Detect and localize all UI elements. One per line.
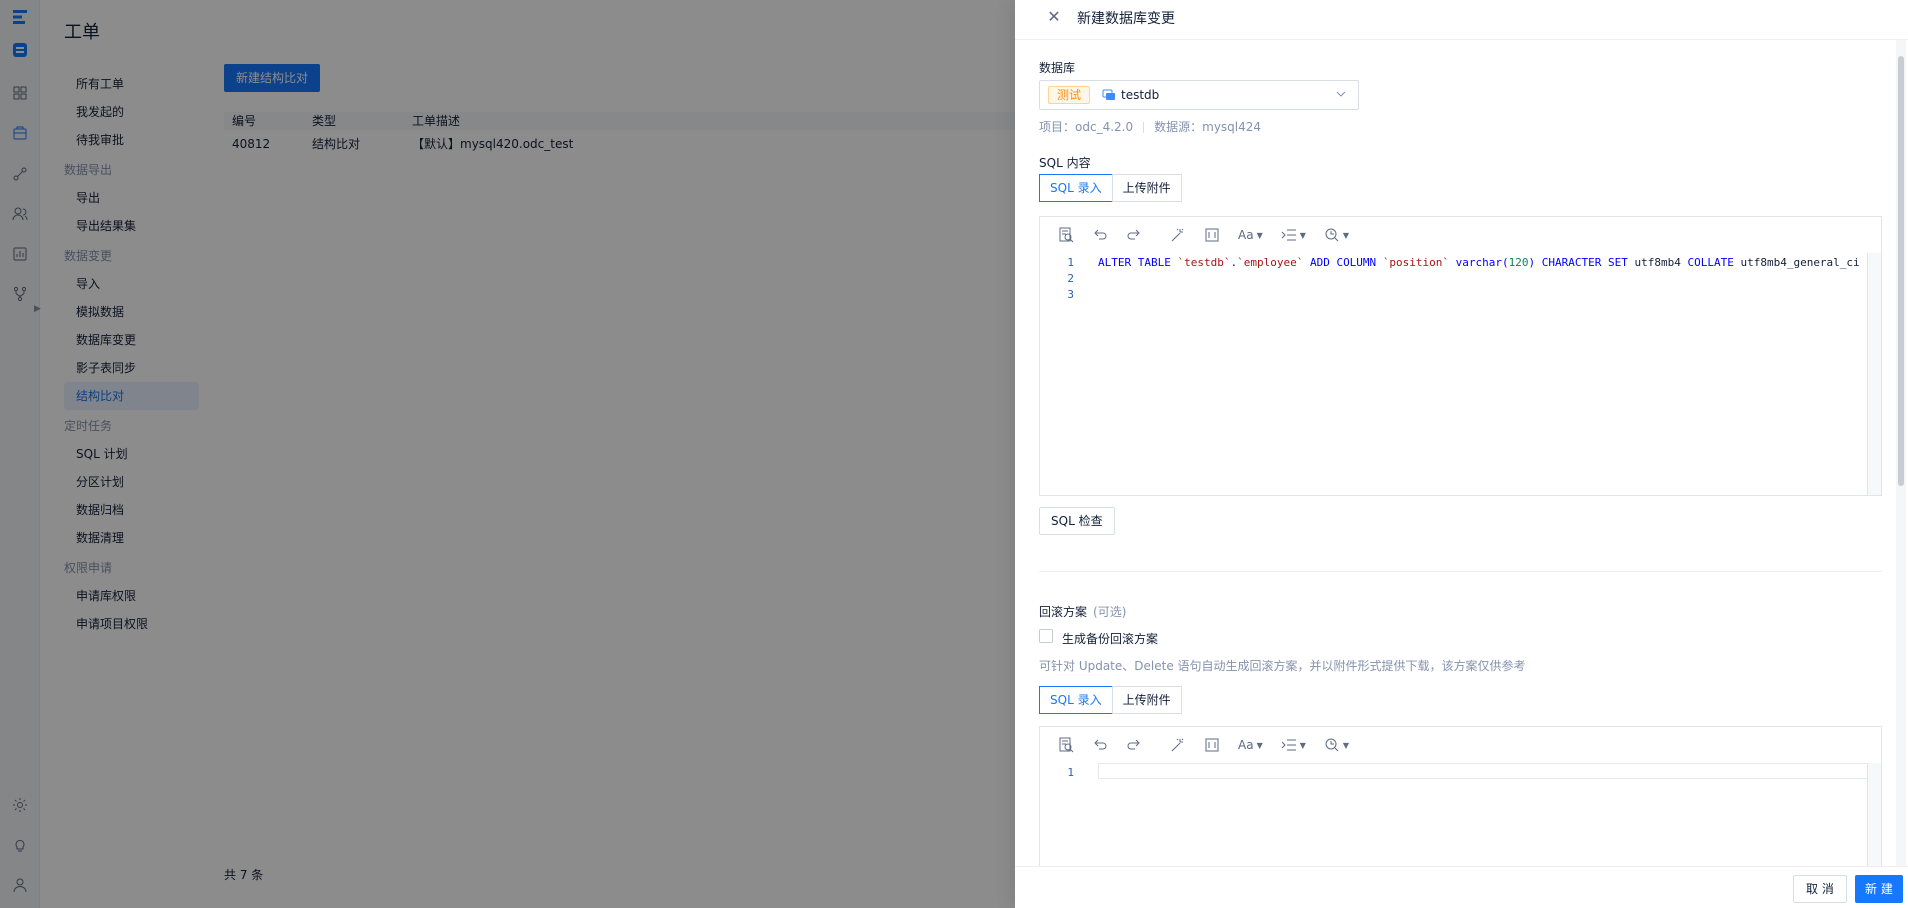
sql-check-button[interactable]: SQL 检查: [1039, 507, 1115, 535]
font-case-label: Aa: [1238, 228, 1254, 242]
line-number: 1: [1067, 256, 1074, 269]
caret-down-icon: ▼: [1299, 740, 1306, 750]
format-doc-icon[interactable]: [1052, 223, 1080, 247]
sql-content-label: SQL 内容: [1039, 156, 1091, 170]
sql-code-line: ALTER TABLE `testdb`.`employee` ADD COLU…: [1098, 256, 1880, 269]
section-divider: [1039, 571, 1882, 572]
line-number: 2: [1067, 272, 1074, 285]
rollback-hint: 可针对 Update、Delete 语句自动生成回滚方案，并以附件形式提供下载，…: [1039, 659, 1526, 673]
font-case-button[interactable]: Aa ▼: [1232, 733, 1269, 757]
indent-button[interactable]: ▼: [1275, 223, 1312, 247]
format-doc-icon[interactable]: [1052, 733, 1080, 757]
undo-icon[interactable]: [1086, 223, 1114, 247]
magic-wand-icon[interactable]: [1164, 733, 1192, 757]
caret-down-icon: ▼: [1342, 740, 1350, 750]
font-case-label: Aa: [1238, 738, 1254, 752]
sql-input-mode: SQL 录入 上传附件: [1039, 174, 1182, 202]
optional-hint: (可选): [1093, 605, 1127, 619]
snippet-button[interactable]: ▼: [1318, 223, 1355, 247]
new-db-change-drawer: ✕ 新建数据库变更 数据库 测试 testdb 项目：odc_4.2.0 数据源：…: [1015, 0, 1908, 908]
caret-down-icon: ▼: [1299, 230, 1306, 240]
rollback-editor-toolbar: Aa ▼ ▼ ▼: [1040, 727, 1881, 763]
tab-rollback-upload[interactable]: 上传附件: [1111, 686, 1182, 714]
fullscreen-box-icon[interactable]: [1198, 733, 1226, 757]
drawer-scrollbar[interactable]: [1896, 40, 1906, 866]
close-icon[interactable]: ✕: [1045, 8, 1063, 26]
caret-down-icon: ▼: [1342, 230, 1350, 240]
database-name: testdb: [1121, 88, 1160, 102]
indent-button[interactable]: ▼: [1275, 733, 1312, 757]
drawer-footer: 取 消 新 建: [1015, 866, 1908, 908]
sql-editor[interactable]: Aa ▼ ▼ ▼ 1 2 3 ALTER TABLE `testdb`.`empl…: [1039, 216, 1882, 496]
datasource-value: mysql424: [1202, 120, 1262, 134]
redo-icon[interactable]: [1120, 733, 1148, 757]
editor-scrollbar[interactable]: [1867, 763, 1881, 866]
rollback-input-mode: SQL 录入 上传附件: [1039, 686, 1182, 714]
drawer-header: ✕ 新建数据库变更: [1015, 0, 1908, 40]
editor-scrollbar[interactable]: [1867, 253, 1881, 495]
undo-icon[interactable]: [1086, 733, 1114, 757]
database-meta: 项目：odc_4.2.0 数据源：mysql424: [1039, 118, 1261, 135]
database-label: 数据库: [1039, 61, 1076, 75]
code-area[interactable]: 1 2 3 ALTER TABLE `testdb`.`employee` AD…: [1040, 253, 1881, 495]
snippet-button[interactable]: ▼: [1318, 733, 1355, 757]
font-case-button[interactable]: Aa ▼: [1232, 223, 1269, 247]
tab-upload-attachment[interactable]: 上传附件: [1111, 174, 1182, 202]
rollback-sql-editor[interactable]: Aa ▼ ▼ ▼ 1: [1039, 726, 1882, 866]
project-value: odc_4.2.0: [1075, 120, 1134, 134]
current-line-highlight: [1098, 763, 1868, 779]
database-icon: [1102, 88, 1116, 102]
scroll-thumb[interactable]: [1898, 56, 1904, 486]
editor-toolbar: Aa ▼ ▼ ▼: [1040, 217, 1881, 253]
rollback-code-area[interactable]: 1: [1040, 763, 1881, 866]
database-select[interactable]: 测试 testdb: [1039, 80, 1359, 110]
backup-rollback-label: 生成备份回滚方案: [1062, 632, 1159, 646]
env-tag: 测试: [1048, 86, 1091, 104]
caret-down-icon: ▼: [1256, 230, 1263, 240]
redo-icon[interactable]: [1120, 223, 1148, 247]
project-label: 项目：: [1039, 120, 1076, 134]
fullscreen-box-icon[interactable]: [1198, 223, 1226, 247]
tab-rollback-sql-input[interactable]: SQL 录入: [1039, 686, 1113, 714]
drawer-body: 数据库 测试 testdb 项目：odc_4.2.0 数据源：mysql424 S…: [1039, 40, 1894, 866]
magic-wand-icon[interactable]: [1164, 223, 1192, 247]
backup-rollback-checkbox[interactable]: [1039, 629, 1053, 643]
datasource-label: 数据源：: [1154, 120, 1203, 134]
caret-down-icon: ▼: [1256, 740, 1263, 750]
drawer-title: 新建数据库变更: [1077, 11, 1175, 27]
tab-sql-input[interactable]: SQL 录入: [1039, 174, 1113, 202]
line-number: 1: [1067, 766, 1074, 779]
chevron-down-icon: [1334, 87, 1348, 101]
cancel-button[interactable]: 取 消: [1793, 875, 1847, 903]
create-button[interactable]: 新 建: [1855, 875, 1903, 903]
rollback-label: 回滚方案 (可选): [1039, 605, 1127, 619]
line-number: 3: [1067, 288, 1074, 301]
